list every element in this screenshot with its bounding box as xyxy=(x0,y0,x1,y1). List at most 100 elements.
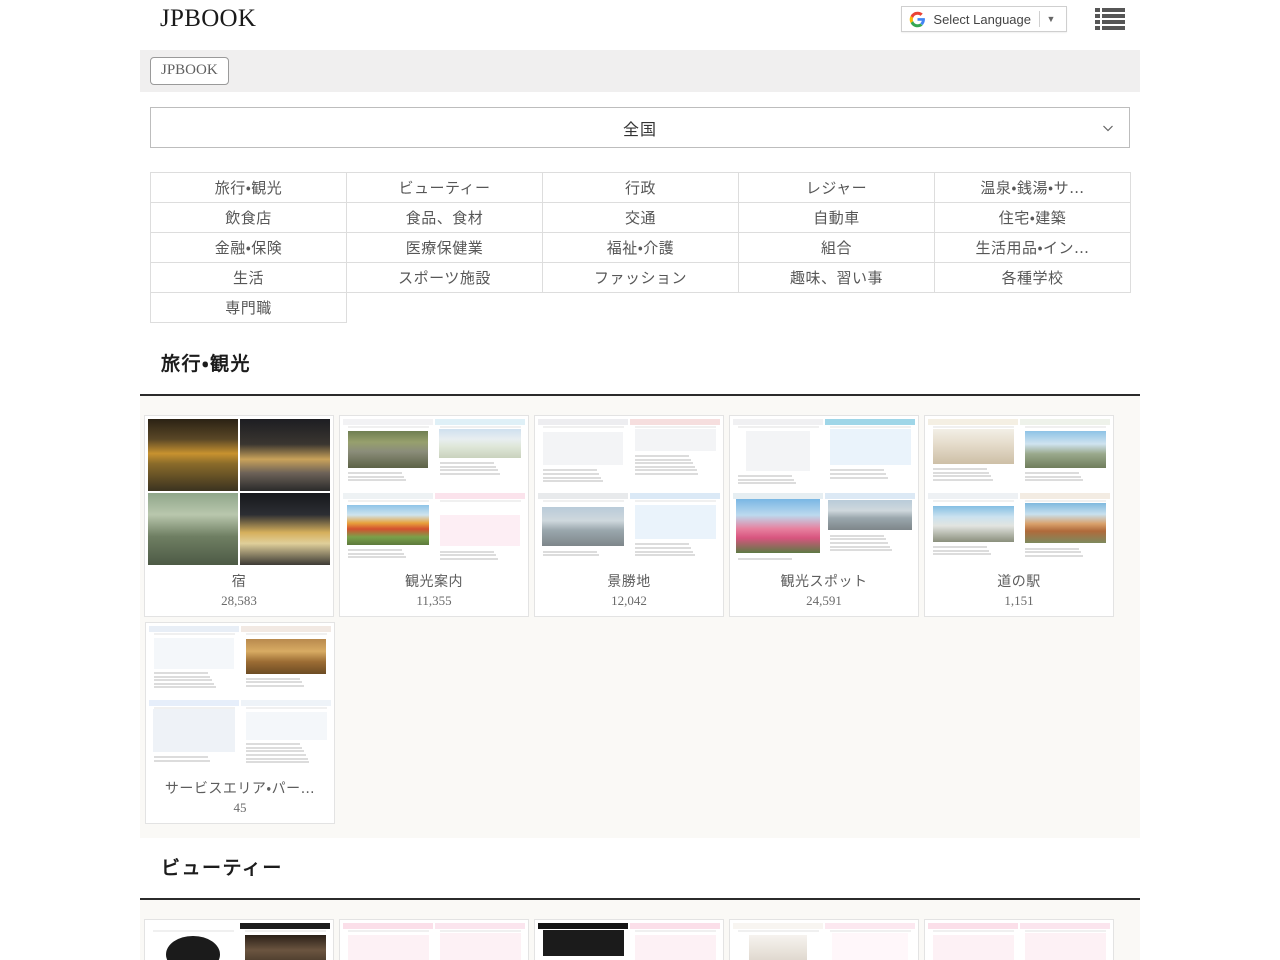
thumbnail-collage xyxy=(538,923,720,960)
card-grid: 宿28,583観光案内11,355景勝地12,042観光スポット24,591道の… xyxy=(140,396,1140,838)
google-translate-widget[interactable]: Select Language ▼ xyxy=(901,6,1067,32)
section-travel: 旅行・観光 宿28,583観光案内11,355景勝地12,042観光スポット24… xyxy=(140,345,1140,838)
thumbnail-collage xyxy=(343,923,525,960)
collage-tile xyxy=(240,493,330,565)
category-cell[interactable]: 趣味、習い事 xyxy=(739,263,935,293)
category-cell[interactable]: 生活 xyxy=(151,263,347,293)
thumbnail-collage xyxy=(928,419,1110,565)
category-table-row: 飲食店食品、食材交通自動車住宅・建築 xyxy=(151,203,1131,233)
collage-tile xyxy=(1020,923,1110,960)
category-cell[interactable]: 生活用品・イン… xyxy=(935,233,1131,263)
category-card[interactable] xyxy=(144,919,334,960)
category-cell[interactable]: 交通 xyxy=(543,203,739,233)
collage-tile xyxy=(343,493,433,565)
category-card[interactable]: 宿28,583 xyxy=(144,415,334,617)
category-table-row: 生活スポーツ施設ファッション趣味、習い事各種学校 xyxy=(151,263,1131,293)
card-thumbnail xyxy=(730,920,918,960)
category-cell[interactable]: スポーツ施設 xyxy=(347,263,543,293)
list-icon-row xyxy=(1095,8,1125,12)
category-cell[interactable]: 食品、食材 xyxy=(347,203,543,233)
thumbnail-collage xyxy=(538,419,720,565)
category-cell[interactable]: 各種学校 xyxy=(935,263,1131,293)
section-beauty: ビューティー xyxy=(140,849,1140,960)
card-thumbnail xyxy=(146,623,334,775)
thumbnail-tile xyxy=(435,493,525,565)
category-cell[interactable]: 自動車 xyxy=(739,203,935,233)
thumbnail-collage xyxy=(148,923,330,960)
thumbnail-tile xyxy=(241,700,331,772)
card-label: 観光スポット xyxy=(730,568,918,591)
thumbnail-tile xyxy=(630,923,720,960)
category-cell[interactable]: 行政 xyxy=(543,173,739,203)
category-cell[interactable]: 旅行・観光 xyxy=(151,173,347,203)
category-table-row: 旅行・観光ビューティー行政レジャー温泉・銭湯・サ… xyxy=(151,173,1131,203)
category-cell[interactable]: 金融・保険 xyxy=(151,233,347,263)
thumbnail-tile xyxy=(148,419,238,491)
breadcrumb-item-jpbook[interactable]: JPBOOK xyxy=(150,57,229,85)
card-label: 宿 xyxy=(145,568,333,591)
collage-tile xyxy=(149,700,239,772)
collage-tile xyxy=(1020,493,1110,565)
thumbnail-tile xyxy=(733,493,823,565)
category-cell[interactable]: 組合 xyxy=(739,233,935,263)
category-card[interactable]: 観光案内11,355 xyxy=(339,415,529,617)
category-cell[interactable]: 専門職 xyxy=(151,293,347,323)
region-select-value: 全国 xyxy=(623,116,657,140)
thumbnail-tile xyxy=(825,493,915,565)
category-card[interactable] xyxy=(534,919,724,960)
thumbnail-tile xyxy=(435,419,525,491)
region-select[interactable]: 全国 xyxy=(150,107,1130,148)
category-card[interactable]: 道の駅1,151 xyxy=(924,415,1114,617)
collage-tile xyxy=(630,923,720,960)
category-card[interactable] xyxy=(339,919,529,960)
category-cell[interactable]: 温泉・銭湯・サ… xyxy=(935,173,1131,203)
category-card[interactable] xyxy=(729,919,919,960)
thumbnail-tile xyxy=(435,923,525,960)
card-thumbnail xyxy=(925,920,1113,960)
collage-tile xyxy=(148,419,238,491)
category-cell[interactable]: ファッション xyxy=(543,263,739,293)
card-thumbnail xyxy=(730,416,918,568)
list-view-icon[interactable] xyxy=(1095,6,1125,32)
translate-caret-icon[interactable]: ▼ xyxy=(1040,7,1062,31)
category-card[interactable]: 観光スポット24,591 xyxy=(729,415,919,617)
card-label: 観光案内 xyxy=(340,568,528,591)
category-card[interactable]: 景勝地12,042 xyxy=(534,415,724,617)
thumbnail-tile xyxy=(825,923,915,960)
thumbnail-tile xyxy=(928,419,1018,491)
collage-tile xyxy=(240,923,330,960)
thumbnail-tile xyxy=(538,419,628,491)
list-icon-row xyxy=(1095,26,1125,30)
collage-tile xyxy=(240,419,330,491)
category-cell[interactable]: 医療保健業 xyxy=(347,233,543,263)
card-thumbnail xyxy=(535,416,723,568)
translate-label: Select Language xyxy=(933,12,1039,27)
thumbnail-collage xyxy=(149,626,331,772)
category-cell[interactable]: 住宅・建築 xyxy=(935,203,1131,233)
category-cell[interactable]: 福祉・介護 xyxy=(543,233,739,263)
thumbnail-tile xyxy=(149,626,239,698)
thumbnail-tile xyxy=(148,493,238,565)
thumbnail-tile xyxy=(630,493,720,565)
collage-tile xyxy=(435,923,525,960)
category-cell[interactable]: ビューティー xyxy=(347,173,543,203)
thumbnail-tile xyxy=(1020,923,1110,960)
category-card[interactable] xyxy=(924,919,1114,960)
chevron-down-icon xyxy=(1101,121,1115,135)
card-label: 道の駅 xyxy=(925,568,1113,591)
collage-tile xyxy=(148,923,238,960)
collage-tile xyxy=(149,626,239,698)
list-icon-row xyxy=(1095,20,1125,24)
collage-tile xyxy=(825,493,915,565)
header-right-controls: Select Language ▼ xyxy=(901,6,1125,32)
category-cell[interactable]: 飲食店 xyxy=(151,203,347,233)
category-card[interactable]: サービスエリア・パー…45 xyxy=(145,622,335,824)
card-thumbnail xyxy=(340,416,528,568)
category-cell[interactable]: レジャー xyxy=(739,173,935,203)
collage-tile xyxy=(148,493,238,565)
site-brand-logo[interactable]: JPBOOK xyxy=(160,6,256,31)
thumbnail-tile xyxy=(148,923,238,960)
thumbnail-tile xyxy=(928,493,1018,565)
category-table-body: 旅行・観光ビューティー行政レジャー温泉・銭湯・サ…飲食店食品、食材交通自動車住宅… xyxy=(151,173,1131,323)
thumbnail-tile xyxy=(928,923,1018,960)
